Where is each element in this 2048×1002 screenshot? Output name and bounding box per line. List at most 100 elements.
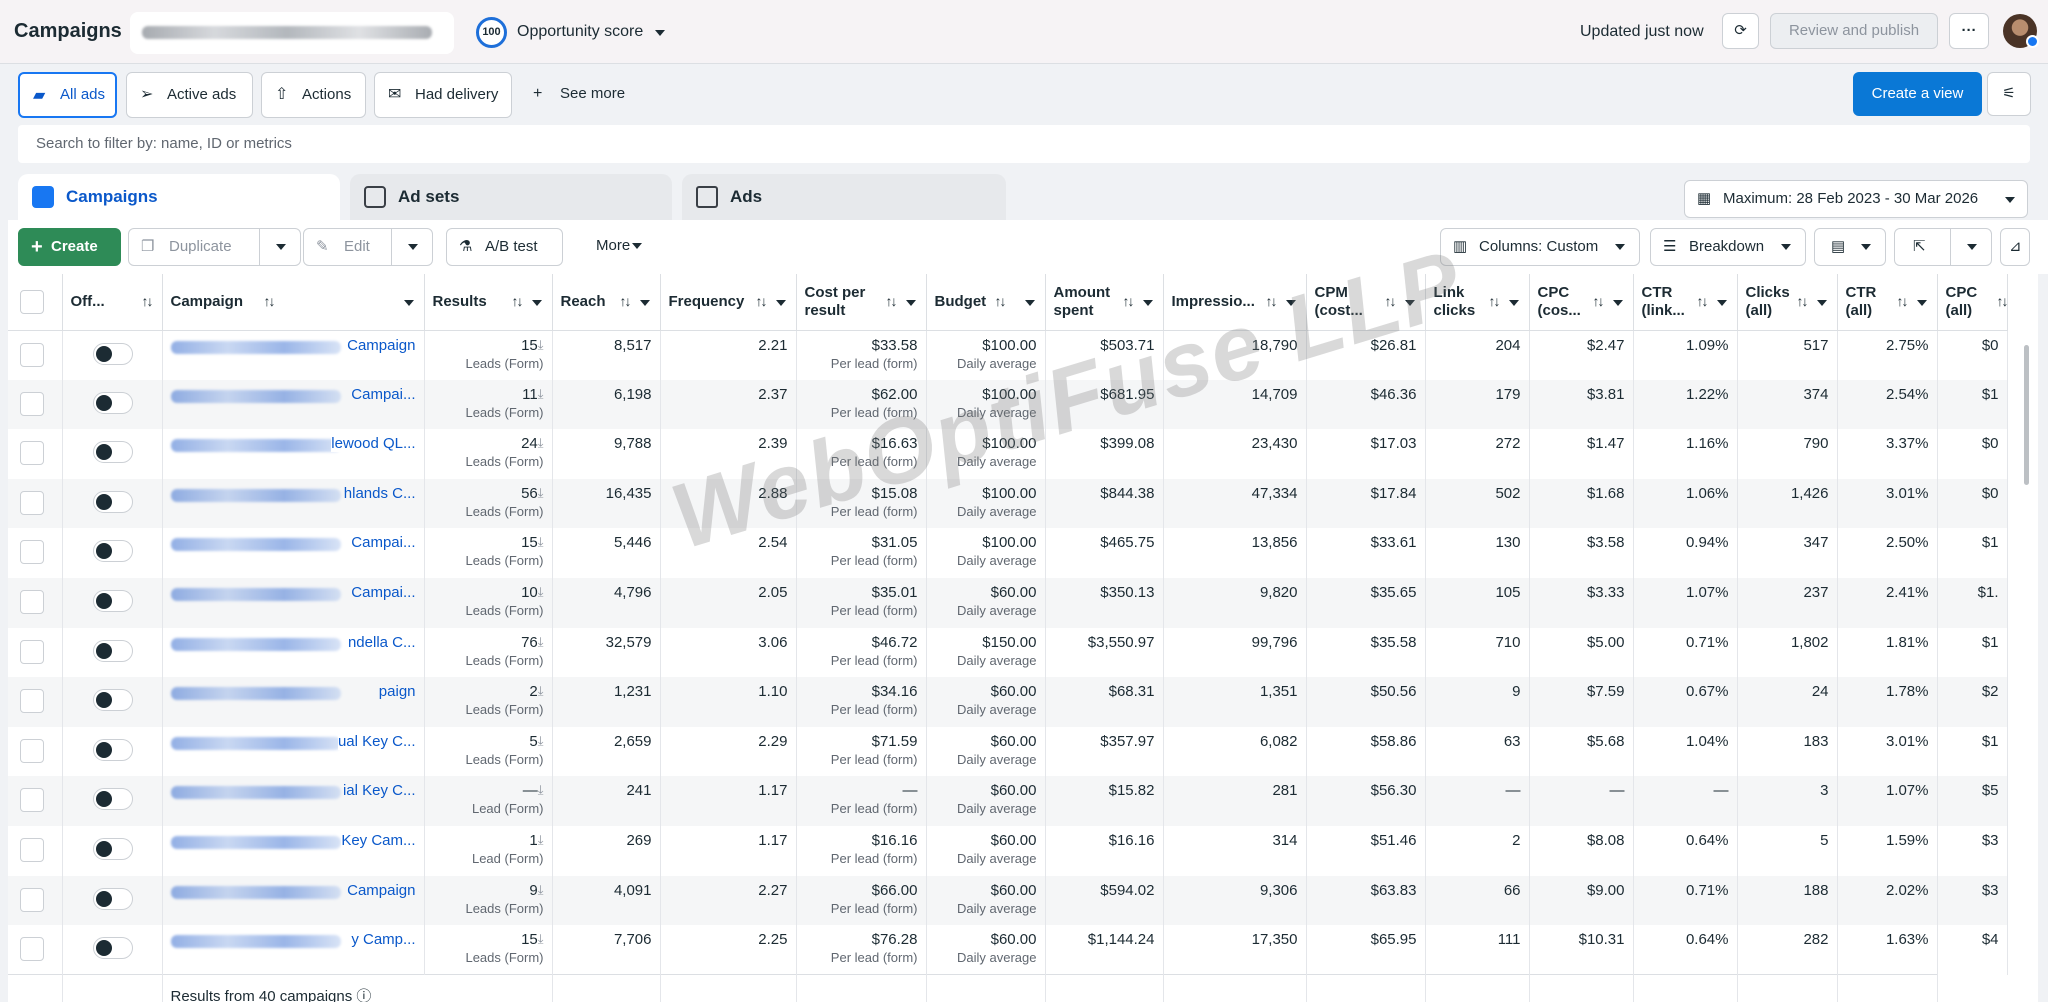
chevron-down-icon[interactable] xyxy=(531,300,542,306)
download-icon[interactable]: ⤓ xyxy=(538,882,544,898)
table-row[interactable]: paign ⤓ 2 Leads (Form) 1,231 1.10 $34.16 Per le… xyxy=(8,677,2008,727)
chevron-down-icon[interactable] xyxy=(1024,300,1035,306)
tab-campaigns[interactable]: Campaigns xyxy=(18,174,340,220)
campaign-name-cell[interactable]: Campaign xyxy=(162,875,425,926)
chevron-down-icon[interactable] xyxy=(905,300,916,306)
select-all-header[interactable] xyxy=(8,274,63,331)
table-row[interactable]: Campaign ⤓ 9 Leads (Form) 4,091 2.27 $66.00 Per… xyxy=(8,875,2008,926)
table-row[interactable]: Campai... ⤓ 15 Leads (Form) 5,446 2.54 $31.05 P… xyxy=(8,528,2008,578)
download-icon[interactable]: ⤓ xyxy=(538,534,544,550)
row-select-cell[interactable] xyxy=(8,478,63,529)
campaign-name-cell[interactable]: ndella C... xyxy=(162,627,425,678)
campaign-name-text[interactable]: Campaign xyxy=(347,881,416,899)
sort-icon[interactable]: ↑↓ xyxy=(1385,293,1397,309)
col-reach[interactable]: Reach ↑↓ xyxy=(552,274,661,331)
campaign-name-text[interactable]: Campai... xyxy=(351,385,416,403)
sort-icon[interactable]: ↑↓ xyxy=(264,293,276,309)
sort-icon[interactable]: ↑↓ xyxy=(1997,293,2007,309)
campaign-name-cell[interactable]: Campai... xyxy=(162,379,425,430)
date-range-picker[interactable]: ▦ Maximum: 28 Feb 2023 - 30 Mar 2026 xyxy=(1684,180,2028,218)
search-input[interactable]: Search to filter by: name, ID or metrics xyxy=(18,125,2030,163)
col-ctr-all[interactable]: CTR (all) ↑↓ xyxy=(1837,274,1938,331)
campaign-name-cell[interactable]: hlands C... xyxy=(162,478,425,529)
sort-icon[interactable]: ↑↓ xyxy=(886,293,898,309)
campaign-toggle[interactable] xyxy=(92,937,133,960)
chevron-down-icon[interactable] xyxy=(1285,300,1296,306)
opportunity-score-badge[interactable]: 100 xyxy=(476,17,507,48)
campaign-name-link[interactable]: ial Key C... xyxy=(170,782,416,804)
campaign-name-text[interactable]: ial Key C... xyxy=(342,782,416,800)
download-icon[interactable]: ⤓ xyxy=(538,782,544,798)
campaign-name-text[interactable]: ndella C... xyxy=(347,633,416,651)
row-select-cell[interactable] xyxy=(8,577,63,628)
row-toggle-cell[interactable] xyxy=(62,429,163,479)
col-frequency[interactable]: Frequency ↑↓ xyxy=(660,274,797,331)
row-toggle-cell[interactable] xyxy=(62,379,163,430)
campaign-toggle[interactable] xyxy=(92,540,133,563)
col-impressions[interactable]: Impressio... ↑↓ xyxy=(1163,274,1307,331)
more-actions-button[interactable]: More xyxy=(576,228,656,266)
campaign-toggle[interactable] xyxy=(92,738,133,761)
create-view-button[interactable]: Create a view xyxy=(1853,72,1982,116)
campaign-name-text[interactable]: Campai... xyxy=(351,583,416,601)
row-checkbox[interactable] xyxy=(20,441,44,466)
row-toggle-cell[interactable] xyxy=(62,726,163,777)
sort-icon[interactable]: ↑↓ xyxy=(620,293,632,309)
col-budget[interactable]: Budget ↑↓ xyxy=(926,274,1046,331)
row-checkbox[interactable] xyxy=(20,887,44,912)
row-select-cell[interactable] xyxy=(8,925,63,975)
campaign-name-cell[interactable]: paign xyxy=(162,677,425,727)
row-checkbox[interactable] xyxy=(20,391,44,416)
campaign-toggle[interactable] xyxy=(92,837,133,860)
col-clicks-all[interactable]: Clicks (all) ↑↓ xyxy=(1737,274,1838,331)
table-row[interactable]: lewood QL... ⤓ 24 Leads (Form) 9,788 2.39 $16.… xyxy=(8,429,2008,479)
row-toggle-cell[interactable] xyxy=(62,677,163,727)
sort-icon[interactable]: ↑↓ xyxy=(1697,293,1709,309)
sort-icon[interactable]: ↑↓ xyxy=(142,293,154,309)
chevron-down-icon[interactable] xyxy=(276,244,286,250)
download-icon[interactable]: ⤓ xyxy=(538,683,544,699)
row-toggle-cell[interactable] xyxy=(62,825,163,876)
opportunity-score-label[interactable]: Opportunity score xyxy=(517,23,643,41)
table-row[interactable]: Campaign ⤓ 15 Leads (Form) 8,517 2.21 $33.58 Pe… xyxy=(8,330,2008,380)
campaign-name-cell[interactable]: Campaign xyxy=(162,330,425,380)
table-row[interactable]: Campai... ⤓ 11 Leads (Form) 6,198 2.37 $62.00 P… xyxy=(8,379,2008,430)
col-results[interactable]: Results ↑↓ xyxy=(424,274,553,331)
campaign-name-cell[interactable]: Campai... xyxy=(162,528,425,578)
campaign-name-text[interactable]: lewood QL... xyxy=(331,435,416,453)
view-actions[interactable]: ⇧ Actions xyxy=(261,72,366,118)
table-row[interactable]: ndella C... ⤓ 76 Leads (Form) 32,579 3.06 $46.… xyxy=(8,627,2008,678)
row-toggle-cell[interactable] xyxy=(62,925,163,975)
view-had-delivery[interactable]: ✉ Had delivery xyxy=(374,72,512,118)
view-active-ads[interactable]: ➢ Active ads xyxy=(126,72,253,118)
col-link-clicks[interactable]: Link clicks ↑↓ xyxy=(1425,274,1530,331)
chevron-down-icon[interactable] xyxy=(1508,300,1519,306)
campaign-name-text[interactable]: Campai... xyxy=(351,534,416,552)
campaign-name-link[interactable]: ual Key C... xyxy=(170,732,416,755)
row-select-cell[interactable] xyxy=(8,379,63,430)
campaign-toggle[interactable] xyxy=(92,689,133,712)
row-select-cell[interactable] xyxy=(8,726,63,777)
row-select-cell[interactable] xyxy=(8,875,63,926)
campaign-toggle[interactable] xyxy=(92,342,133,365)
tab-ads[interactable]: Ads xyxy=(682,174,1006,220)
sort-icon[interactable]: ↑↓ xyxy=(756,293,768,309)
table-row[interactable]: hlands C... ⤓ 56 Leads (Form) 16,435 2.88 $15.… xyxy=(8,478,2008,529)
campaign-toggle[interactable] xyxy=(92,788,133,811)
chevron-down-icon[interactable] xyxy=(655,30,665,36)
see-more-views-button[interactable]: + See more xyxy=(520,72,640,118)
campaign-toggle[interactable] xyxy=(92,639,133,662)
campaign-name-cell[interactable]: Campai... xyxy=(162,577,425,628)
row-checkbox[interactable] xyxy=(20,837,44,862)
row-checkbox[interactable] xyxy=(20,589,44,614)
chevron-down-icon[interactable] xyxy=(1816,300,1827,306)
chevron-down-icon[interactable] xyxy=(408,244,418,250)
campaign-toggle[interactable] xyxy=(92,391,133,414)
campaign-name-link[interactable]: ndella C... xyxy=(170,633,416,656)
row-checkbox[interactable] xyxy=(20,490,44,515)
campaign-name-text[interactable]: Campaign xyxy=(347,336,416,354)
review-publish-button[interactable]: Review and publish xyxy=(1770,13,1938,49)
campaign-name-text[interactable]: ual Key C... xyxy=(337,732,416,750)
campaign-name-cell[interactable]: lewood QL... xyxy=(162,429,425,479)
campaign-name-cell[interactable]: ual Key C... xyxy=(162,726,425,777)
